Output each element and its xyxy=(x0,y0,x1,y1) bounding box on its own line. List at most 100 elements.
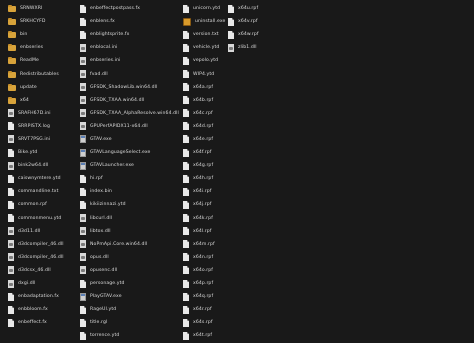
file-item[interactable]: x64v.rpf xyxy=(228,15,259,28)
file-item[interactable]: commonmenu.ytd xyxy=(8,212,64,225)
file-item[interactable]: x64g.rpf xyxy=(183,159,225,172)
file-item[interactable]: enbseries.ini xyxy=(80,54,179,67)
file-name: SRKHCYFD xyxy=(20,19,46,25)
file-item[interactable]: SRVT7PSG.ini xyxy=(8,133,64,146)
file-item[interactable]: x64o.rpf xyxy=(183,264,225,277)
file-item[interactable]: x64f.rpf xyxy=(183,146,225,159)
file-item[interactable]: common.rpf xyxy=(8,198,64,211)
file-item[interactable]: kikiizinnazi.ytd xyxy=(80,198,179,211)
file-item[interactable]: RageUI.ytd xyxy=(80,303,179,316)
file-item[interactable]: title.rgl xyxy=(80,316,179,329)
file-item[interactable]: NoPmApi.Core.win64.dll xyxy=(80,238,179,251)
file-item[interactable]: SRRPISTX.log xyxy=(8,120,64,133)
file-name: x64b.rpf xyxy=(193,97,214,103)
file-item[interactable]: uninstall.exe xyxy=(183,15,225,28)
file-item[interactable]: ReadMe xyxy=(8,54,64,67)
file-item[interactable]: x64k.rpf xyxy=(183,212,225,225)
file-item[interactable]: enbseries xyxy=(8,41,64,54)
file-name: caiswnymtere.ytd xyxy=(18,176,61,182)
file-item[interactable]: PlayGTAV.exe xyxy=(80,290,179,303)
file-item[interactable]: GFSDK_ShadowLib.win64.dll xyxy=(80,81,179,94)
file-item[interactable]: enblocal.ini xyxy=(80,41,179,54)
file-item[interactable]: enbbloom.fx xyxy=(8,303,64,316)
file-item[interactable]: x64h.rpf xyxy=(183,172,225,185)
file-item[interactable]: enbeffect.fx xyxy=(8,316,64,329)
file-item[interactable]: torrence.ytd xyxy=(80,329,179,342)
file-item[interactable]: x64e.rpf xyxy=(183,133,225,146)
file-item[interactable]: personage.ytd xyxy=(80,277,179,290)
application-icon xyxy=(80,148,86,157)
file-item[interactable]: d3dcsx_46.dll xyxy=(8,264,64,277)
file-item[interactable]: x64r.rpf xyxy=(183,303,225,316)
file-item[interactable]: enblens.fx xyxy=(80,15,179,28)
file-item[interactable]: GTAVLauncher.exe xyxy=(80,159,179,172)
file-item[interactable]: bink2w64.dll xyxy=(8,159,64,172)
file-item[interactable]: x64q.rpf xyxy=(183,290,225,303)
file-item[interactable]: vehicle.ytd xyxy=(183,41,225,54)
file-item[interactable]: x64n.rpf xyxy=(183,251,225,264)
file-name: commandline.txt xyxy=(18,189,59,195)
document-icon xyxy=(183,122,189,131)
file-item[interactable]: enblightsprite.fx xyxy=(80,28,179,41)
file-item[interactable]: x64b.rpf xyxy=(183,94,225,107)
file-item[interactable]: x64i.rpf xyxy=(183,185,225,198)
file-name: x64m.rpf xyxy=(193,241,215,247)
file-item[interactable]: d3dcompiler_46.dll xyxy=(8,238,64,251)
file-item[interactable]: x64w.rpf xyxy=(228,28,259,41)
file-item[interactable]: Redistributables xyxy=(8,67,64,80)
file-item[interactable]: libtox.dll xyxy=(80,225,179,238)
file-item[interactable]: x64d.rpf xyxy=(183,120,225,133)
file-name: x64t.rpf xyxy=(193,333,213,339)
file-item[interactable]: x64t.rpf xyxy=(183,329,225,342)
file-item[interactable]: libcurl.dll xyxy=(80,212,179,225)
file-item[interactable]: vepolo.ytd xyxy=(183,54,225,67)
file-item[interactable]: GTAVLanguageSelect.exe xyxy=(80,146,179,159)
file-item[interactable]: x64p.rpf xyxy=(183,277,225,290)
file-item[interactable]: d3d11.dll xyxy=(8,225,64,238)
file-item[interactable]: version.txt xyxy=(183,28,225,41)
file-item[interactable]: x64 xyxy=(8,94,64,107)
file-item[interactable]: x64u.rpf xyxy=(228,2,259,15)
file-item[interactable]: SRNWXRI xyxy=(8,2,64,15)
file-name: libtox.dll xyxy=(90,228,111,234)
file-item[interactable]: x64l.rpf xyxy=(183,225,225,238)
file-item[interactable]: fvad.dll xyxy=(80,67,179,80)
file-name: x64g.rpf xyxy=(193,163,214,169)
file-item[interactable]: index.bin xyxy=(80,185,179,198)
file-item[interactable]: Bike.ytd xyxy=(8,146,64,159)
file-item[interactable]: x64c.rpf xyxy=(183,107,225,120)
file-item[interactable]: zlib1.dll xyxy=(228,41,259,54)
file-item[interactable]: SRKHCYFD xyxy=(8,15,64,28)
file-item[interactable]: dxgi.dll xyxy=(8,277,64,290)
file-item[interactable]: bin xyxy=(8,28,64,41)
file-item[interactable]: caiswnymtere.ytd xyxy=(8,172,64,185)
file-item[interactable]: d3dcompiler_46.dll xyxy=(8,251,64,264)
settings-file-icon xyxy=(80,122,86,131)
file-item[interactable]: SRAFH67D.ini xyxy=(8,107,64,120)
folder-icon xyxy=(8,18,16,26)
file-item[interactable]: GTAV.exe xyxy=(80,133,179,146)
file-name: GFSDK_ShadowLib.win64.dll xyxy=(90,84,158,90)
file-item[interactable]: commandline.txt xyxy=(8,185,64,198)
file-item[interactable]: x64s.rpf xyxy=(183,316,225,329)
file-item[interactable]: x64j.rpf xyxy=(183,198,225,211)
file-name: GPUPerfAPIDX11-x64.dll xyxy=(90,123,148,129)
file-item[interactable]: unicorn.ytd xyxy=(183,2,225,15)
file-item[interactable]: opusenc.dll xyxy=(80,264,179,277)
settings-file-icon xyxy=(80,253,86,262)
file-item[interactable]: x64a.rpf xyxy=(183,81,225,94)
file-column: SRNWXRI SRKHCYFD bin enbseries ReadMe Redistr… xyxy=(8,2,64,329)
file-item[interactable]: update xyxy=(8,81,64,94)
file-item[interactable]: hi.rpf xyxy=(80,172,179,185)
document-icon xyxy=(183,214,189,223)
file-item[interactable]: GFSDK_TXAA.win64.dll xyxy=(80,94,179,107)
file-item[interactable]: WIP4.ytd xyxy=(183,67,225,80)
file-item[interactable]: x64m.rpf xyxy=(183,238,225,251)
file-item[interactable]: opus.dll xyxy=(80,251,179,264)
file-item[interactable]: GPUPerfAPIDX11-x64.dll xyxy=(80,120,179,133)
file-item[interactable]: enbadaptation.fx xyxy=(8,290,64,303)
file-item[interactable]: enbeffectpostpass.fx xyxy=(80,2,179,15)
file-item[interactable]: GFSDK_TXAA_AlphaResolve.win64.dll xyxy=(80,107,179,120)
file-name: x64f.rpf xyxy=(193,150,212,156)
file-name: enbseries xyxy=(20,45,44,51)
